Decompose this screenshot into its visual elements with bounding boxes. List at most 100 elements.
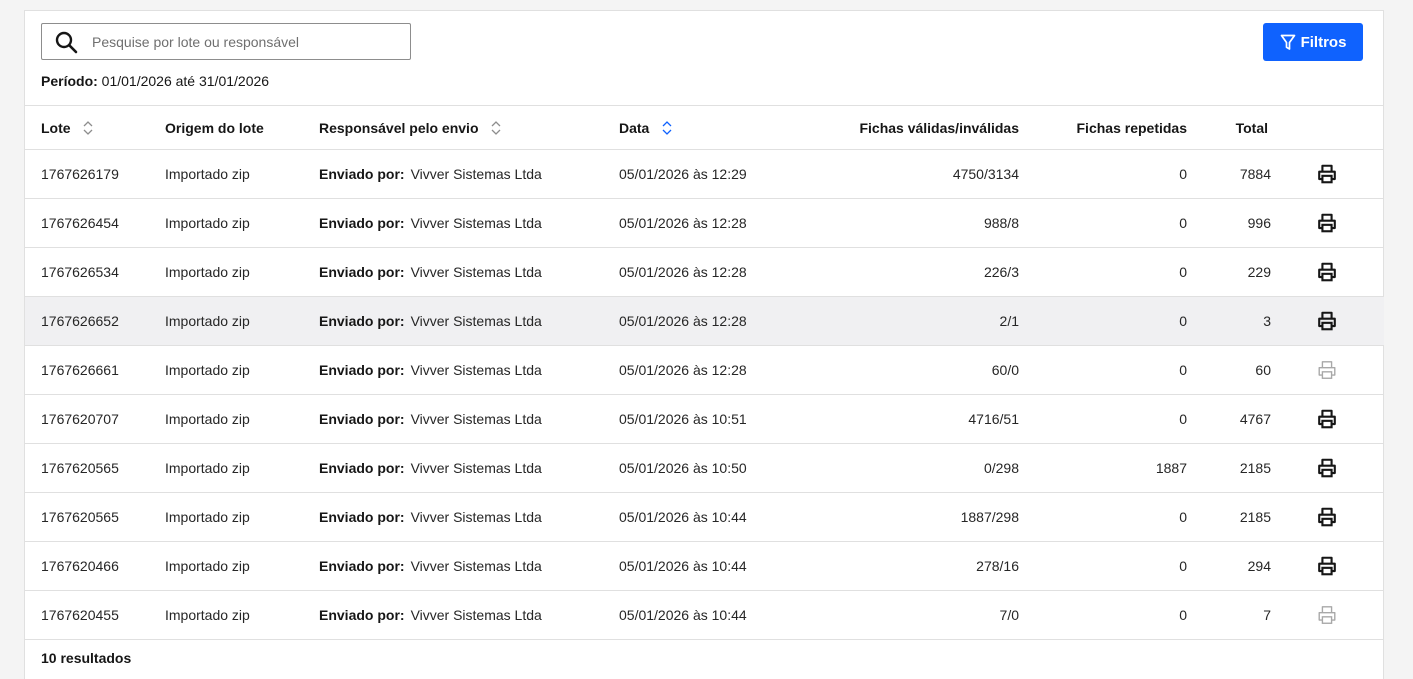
cell-responsavel: Enviado por: Vivver Sistemas Ltda — [319, 443, 619, 493]
search-icon — [55, 31, 78, 53]
table-row: 1767626454 Importado zip Enviado por: Viv… — [25, 198, 1384, 248]
cell-fichas: 4750/3134 — [779, 149, 1019, 199]
cell-actions — [1271, 198, 1384, 248]
cell-fichas: 2/1 — [779, 296, 1019, 346]
cell-fichas: 988/8 — [779, 198, 1019, 248]
cell-total: 229 — [1187, 247, 1271, 297]
cell-total: 3 — [1187, 296, 1271, 346]
cell-repetidas: 0 — [1019, 345, 1187, 395]
header-origem: Origem do lote — [165, 105, 319, 150]
cell-actions — [1271, 394, 1384, 444]
cell-responsavel: Enviado por: Vivver Sistemas Ltda — [319, 541, 619, 591]
cell-repetidas: 1887 — [1019, 443, 1187, 493]
cell-repetidas: 0 — [1019, 296, 1187, 346]
cell-actions — [1271, 541, 1384, 591]
header-fichas-repetidas: Fichas repetidas — [1019, 105, 1187, 150]
printer-icon[interactable] — [1316, 212, 1338, 234]
cell-responsavel: Enviado por: Vivver Sistemas Ltda — [319, 149, 619, 199]
period-text: Período: 01/01/2026 até 31/01/2026 — [41, 73, 269, 89]
cell-lote: 1767620466 — [25, 541, 165, 591]
printer-icon — [1318, 361, 1336, 379]
printer-icon[interactable] — [1316, 163, 1338, 185]
header-lote[interactable]: Lote — [25, 105, 165, 150]
cell-lote: 1767626661 — [25, 345, 165, 395]
cell-total: 4767 — [1187, 394, 1271, 444]
printer-icon[interactable] — [1316, 555, 1338, 577]
header-responsavel[interactable]: Responsável pelo envio — [319, 105, 619, 150]
cell-fichas: 7/0 — [779, 590, 1019, 640]
cell-responsavel: Enviado por: Vivver Sistemas Ltda — [319, 296, 619, 346]
cell-actions — [1271, 296, 1384, 346]
cell-repetidas: 0 — [1019, 247, 1187, 297]
cell-data: 05/01/2026 às 12:28 — [619, 296, 779, 346]
cell-origem: Importado zip — [165, 541, 319, 591]
sort-icon[interactable] — [490, 120, 502, 136]
cell-responsavel: Enviado por: Vivver Sistemas Ltda — [319, 394, 619, 444]
cell-lote: 1767620707 — [25, 394, 165, 444]
cell-origem: Importado zip — [165, 443, 319, 493]
cell-actions — [1271, 492, 1384, 542]
cell-data: 05/01/2026 às 10:44 — [619, 492, 779, 542]
table-row: 1767626534 Importado zip Enviado por: Viv… — [25, 247, 1384, 297]
filter-icon — [1280, 34, 1295, 50]
batch-panel: Período: 01/01/2026 até 31/01/2026 Filtr… — [24, 10, 1384, 679]
cell-fichas: 226/3 — [779, 247, 1019, 297]
cell-data: 05/01/2026 às 12:28 — [619, 345, 779, 395]
cell-total: 7 — [1187, 590, 1271, 640]
cell-lote: 1767626534 — [25, 247, 165, 297]
cell-actions — [1271, 443, 1384, 493]
cell-data: 05/01/2026 às 12:29 — [619, 149, 779, 199]
cell-data: 05/01/2026 às 12:28 — [619, 247, 779, 297]
batches-table: Lote Origem do lote Responsável pelo env… — [25, 105, 1384, 640]
cell-lote: 1767626179 — [25, 149, 165, 199]
table-row: 1767626652 Importado zip Enviado por: Viv… — [25, 296, 1384, 346]
cell-repetidas: 0 — [1019, 541, 1187, 591]
table-row: 1767626179 Importado zip Enviado por: Viv… — [25, 149, 1384, 199]
cell-total: 7884 — [1187, 149, 1271, 199]
cell-data: 05/01/2026 às 10:50 — [619, 443, 779, 493]
cell-total: 2185 — [1187, 492, 1271, 542]
cell-data: 05/01/2026 às 10:44 — [619, 590, 779, 640]
cell-data: 05/01/2026 às 10:51 — [619, 394, 779, 444]
cell-lote: 1767620565 — [25, 443, 165, 493]
results-count: 10 resultados — [41, 650, 132, 666]
header-actions — [1271, 105, 1384, 150]
cell-responsavel: Enviado por: Vivver Sistemas Ltda — [319, 345, 619, 395]
printer-icon[interactable] — [1316, 261, 1338, 283]
cell-actions — [1271, 590, 1384, 640]
cell-responsavel: Enviado por: Vivver Sistemas Ltda — [319, 590, 619, 640]
cell-origem: Importado zip — [165, 247, 319, 297]
search-box[interactable] — [41, 23, 411, 60]
cell-repetidas: 0 — [1019, 198, 1187, 248]
table-row: 1767620707 Importado zip Enviado por: Viv… — [25, 394, 1384, 444]
cell-origem: Importado zip — [165, 149, 319, 199]
cell-actions — [1271, 247, 1384, 297]
cell-lote: 1767620455 — [25, 590, 165, 640]
cell-actions — [1271, 149, 1384, 199]
cell-total: 60 — [1187, 345, 1271, 395]
filters-button[interactable]: Filtros — [1263, 23, 1363, 61]
printer-icon[interactable] — [1316, 457, 1338, 479]
search-input[interactable] — [92, 24, 410, 59]
cell-fichas: 278/16 — [779, 541, 1019, 591]
cell-actions — [1271, 345, 1384, 395]
cell-origem: Importado zip — [165, 345, 319, 395]
cell-repetidas: 0 — [1019, 590, 1187, 640]
header-total: Total — [1187, 105, 1271, 150]
printer-icon[interactable] — [1316, 310, 1338, 332]
sort-icon[interactable] — [661, 120, 673, 136]
cell-lote: 1767620565 — [25, 492, 165, 542]
table-row: 1767620565 Importado zip Enviado por: Viv… — [25, 492, 1384, 542]
cell-fichas: 4716/51 — [779, 394, 1019, 444]
header-data[interactable]: Data — [619, 105, 779, 150]
cell-lote: 1767626454 — [25, 198, 165, 248]
table-row: 1767626661 Importado zip Enviado por: Viv… — [25, 345, 1384, 395]
period-label: Período: — [41, 73, 98, 89]
cell-responsavel: Enviado por: Vivver Sistemas Ltda — [319, 247, 619, 297]
cell-data: 05/01/2026 às 12:28 — [619, 198, 779, 248]
cell-origem: Importado zip — [165, 296, 319, 346]
sort-icon[interactable] — [82, 120, 94, 136]
printer-icon[interactable] — [1316, 408, 1338, 430]
table-row: 1767620455 Importado zip Enviado por: Viv… — [25, 590, 1384, 640]
printer-icon[interactable] — [1316, 506, 1338, 528]
